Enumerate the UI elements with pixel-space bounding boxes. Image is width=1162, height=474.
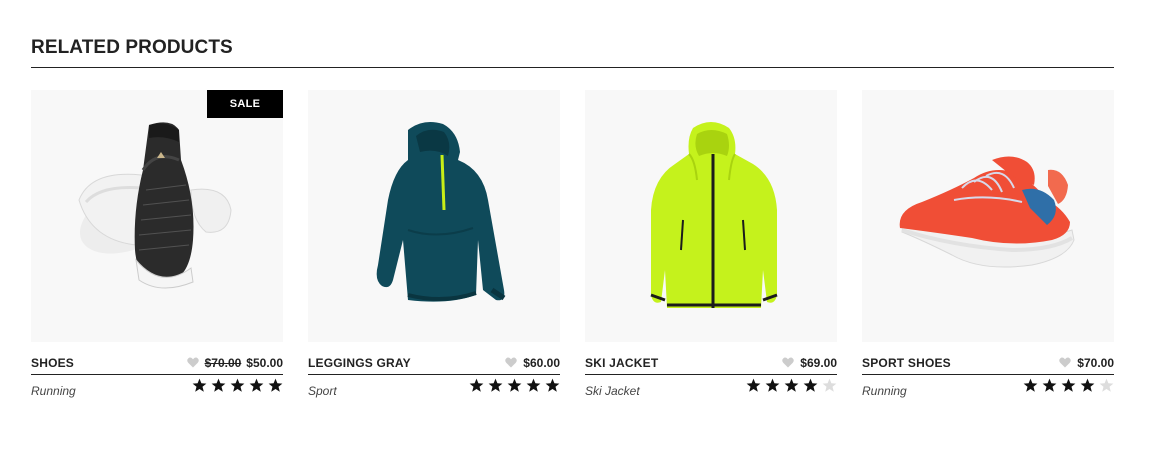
current-price: $60.00 — [523, 356, 560, 370]
product-image[interactable]: SALE — [31, 90, 283, 342]
product-image[interactable] — [585, 90, 837, 342]
star-filled-icon — [784, 378, 799, 392]
star-rating — [742, 378, 837, 398]
star-filled-icon — [803, 378, 818, 392]
star-empty-icon — [1099, 378, 1114, 392]
product-divider — [585, 374, 837, 375]
heart-icon[interactable] — [1059, 357, 1072, 368]
section-title: RELATED PRODUCTS — [31, 37, 233, 58]
star-filled-icon — [268, 378, 283, 392]
star-filled-icon — [545, 378, 560, 392]
star-rating — [1019, 378, 1114, 398]
old-price: $70.00 — [204, 356, 242, 370]
product-card[interactable]: SKI JACKET $69.00 Ski Jacket — [585, 90, 837, 410]
star-filled-icon — [1042, 378, 1057, 392]
star-empty-icon — [822, 378, 837, 392]
product-category[interactable]: Ski Jacket — [585, 384, 640, 398]
star-filled-icon — [507, 378, 522, 392]
product-card[interactable]: SALE SHOES $70.00 $50.00 Running — [31, 90, 283, 410]
star-filled-icon — [192, 378, 207, 392]
product-divider — [31, 374, 283, 375]
price-group: $60.00 — [505, 356, 560, 370]
product-card[interactable]: LEGGINGS GRAY $60.00 Sport — [308, 90, 560, 410]
price-group: $70.00 $50.00 — [186, 356, 283, 370]
product-image[interactable] — [308, 90, 560, 342]
star-filled-icon — [249, 378, 264, 392]
product-divider — [862, 374, 1114, 375]
star-filled-icon — [469, 378, 484, 392]
jacket-lime-image — [650, 122, 778, 308]
heart-icon[interactable] — [186, 357, 199, 368]
price-group: $69.00 — [782, 356, 837, 370]
product-name[interactable]: SHOES — [31, 356, 74, 370]
price-group: $70.00 — [1059, 356, 1114, 370]
product-name[interactable]: SPORT SHOES — [862, 356, 951, 370]
star-filled-icon — [1061, 378, 1076, 392]
star-rating — [188, 378, 283, 398]
heart-icon[interactable] — [782, 357, 795, 368]
hoodie-teal-image — [376, 122, 506, 302]
star-filled-icon — [230, 378, 245, 392]
star-filled-icon — [211, 378, 226, 392]
heart-icon[interactable] — [505, 357, 518, 368]
product-category[interactable]: Running — [862, 384, 907, 398]
star-filled-icon — [765, 378, 780, 392]
section-divider — [31, 67, 1114, 68]
sale-badge: SALE — [207, 90, 283, 118]
current-price: $70.00 — [1077, 356, 1114, 370]
star-filled-icon — [1023, 378, 1038, 392]
star-filled-icon — [526, 378, 541, 392]
product-image[interactable] — [862, 90, 1114, 342]
product-divider — [308, 374, 560, 375]
star-filled-icon — [488, 378, 503, 392]
sneaker-red-image — [899, 156, 1075, 268]
product-category[interactable]: Sport — [308, 384, 337, 398]
product-name[interactable]: SKI JACKET — [585, 356, 658, 370]
star-filled-icon — [746, 378, 761, 392]
star-rating — [465, 378, 560, 398]
product-name[interactable]: LEGGINGS GRAY — [308, 356, 411, 370]
product-card[interactable]: SPORT SHOES $70.00 Running — [862, 90, 1114, 410]
product-category[interactable]: Running — [31, 384, 76, 398]
star-filled-icon — [1080, 378, 1095, 392]
sneaker-black-image — [78, 122, 232, 289]
current-price: $69.00 — [800, 356, 837, 370]
product-grid: SALE SHOES $70.00 $50.00 Running LEGGING… — [31, 90, 1114, 410]
current-price: $50.00 — [246, 356, 283, 370]
